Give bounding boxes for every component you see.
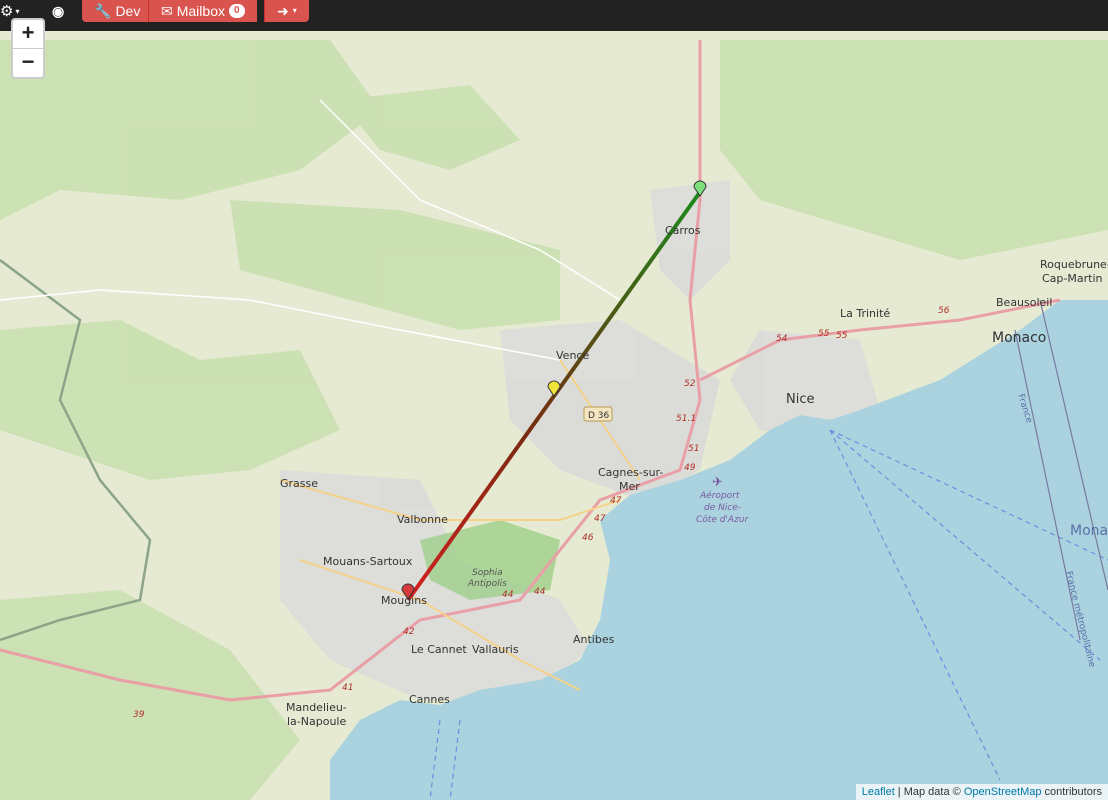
place-la-trinite: La Trinité	[840, 307, 890, 320]
place-airport-1: Aéroport	[699, 490, 740, 501]
road-num-44b: 44	[534, 587, 546, 597]
place-carros: Carros	[665, 224, 701, 237]
zoom-control: + −	[11, 18, 45, 79]
dev-button[interactable]: 🔧 Dev	[82, 0, 153, 22]
mailbox-button[interactable]: ✉ Mailbox 0	[148, 0, 257, 22]
place-sophia-1: Sophia	[472, 568, 503, 578]
place-le-cannet: Le Cannet	[411, 643, 467, 656]
place-airport-2: de Nice-	[704, 503, 741, 513]
place-cap-martin: Cap-Martin	[1042, 272, 1102, 285]
place-valbonne: Valbonne	[397, 513, 448, 526]
mailbox-label: Mailbox	[176, 3, 225, 19]
sign-in-icon: ➜	[277, 3, 289, 19]
zoom-in-button[interactable]: +	[13, 20, 43, 49]
road-num-47b: 47	[594, 514, 606, 524]
gear-icon: ⚙	[0, 3, 14, 20]
envelope-icon: ✉	[161, 3, 173, 19]
road-num-54: 54	[776, 334, 788, 344]
place-sophia-2: Antipolis	[467, 579, 507, 589]
place-cannes: Cannes	[409, 693, 450, 706]
road-num-47a: 47	[610, 496, 622, 506]
place-monaco: Monaco	[992, 330, 1046, 346]
place-mandelieu-2: la-Napoule	[287, 715, 346, 728]
road-num-52: 52	[684, 379, 696, 389]
road-num-42: 42	[403, 627, 415, 637]
airport-icon: ✈	[712, 475, 723, 490]
svg-text:D 36: D 36	[588, 411, 610, 421]
road-num-55a: 55	[818, 329, 830, 339]
place-grasse: Grasse	[280, 477, 318, 490]
road-num-44a: 44	[502, 590, 514, 600]
road-num-39: 39	[133, 710, 145, 720]
wrench-icon: 🔧	[94, 3, 112, 19]
dev-label: Dev	[115, 3, 141, 19]
mailbox-count-badge: 0	[228, 4, 245, 18]
zoom-out-button[interactable]: −	[13, 49, 43, 77]
attribution-contributors: contributors	[1041, 786, 1102, 798]
place-cagnes-1: Cagnes-sur-	[598, 466, 663, 479]
road-num-51-1: 51.1	[676, 414, 696, 424]
road-num-41: 41	[342, 683, 353, 693]
place-airport-3: Côte d'Azur	[696, 514, 749, 525]
login-menu-button[interactable]: ➜ ▾	[264, 0, 309, 22]
road-num-51: 51	[688, 444, 699, 454]
place-antibes: Antibes	[573, 633, 615, 646]
place-vallauris: Vallauris	[472, 643, 519, 656]
map-canvas[interactable]: Carros La Trinité Roquebrune- Cap-Martin…	[0, 0, 1108, 800]
leaflet-link[interactable]: Leaflet	[862, 786, 895, 798]
road-num-49: 49	[684, 463, 696, 473]
road-num-46: 46	[582, 533, 594, 543]
place-cagnes-2: Mer	[619, 480, 640, 493]
place-monaco-sea: Mona	[1070, 523, 1108, 539]
top-navbar: ⚙ ▾ ◉ 🔧 Dev ✉ Mailbox 0 ➜ ▾	[0, 0, 1108, 31]
place-beausoleil: Beausoleil	[996, 296, 1052, 309]
place-vence: Vence	[556, 349, 589, 362]
place-nice: Nice	[786, 392, 814, 407]
rss-link[interactable]: ◉	[52, 0, 72, 22]
rss-icon: ◉	[52, 2, 65, 19]
place-mandelieu-1: Mandelieu-	[286, 701, 347, 714]
place-roquebrune: Roquebrune-	[1040, 258, 1108, 271]
caret-down-icon: ▾	[292, 6, 297, 15]
place-mouans: Mouans-Sartoux	[323, 555, 413, 568]
road-shield-d36: D 36	[583, 406, 613, 422]
road-num-55b: 55	[836, 331, 848, 341]
road-num-56: 56	[938, 306, 950, 316]
attribution-separator: | Map data ©	[894, 786, 964, 798]
place-mougins: Mougins	[381, 594, 427, 607]
map-attribution: Leaflet | Map data © OpenStreetMap contr…	[855, 784, 1108, 800]
osm-link[interactable]: OpenStreetMap	[964, 786, 1042, 798]
caret-down-icon: ▾	[15, 6, 20, 16]
